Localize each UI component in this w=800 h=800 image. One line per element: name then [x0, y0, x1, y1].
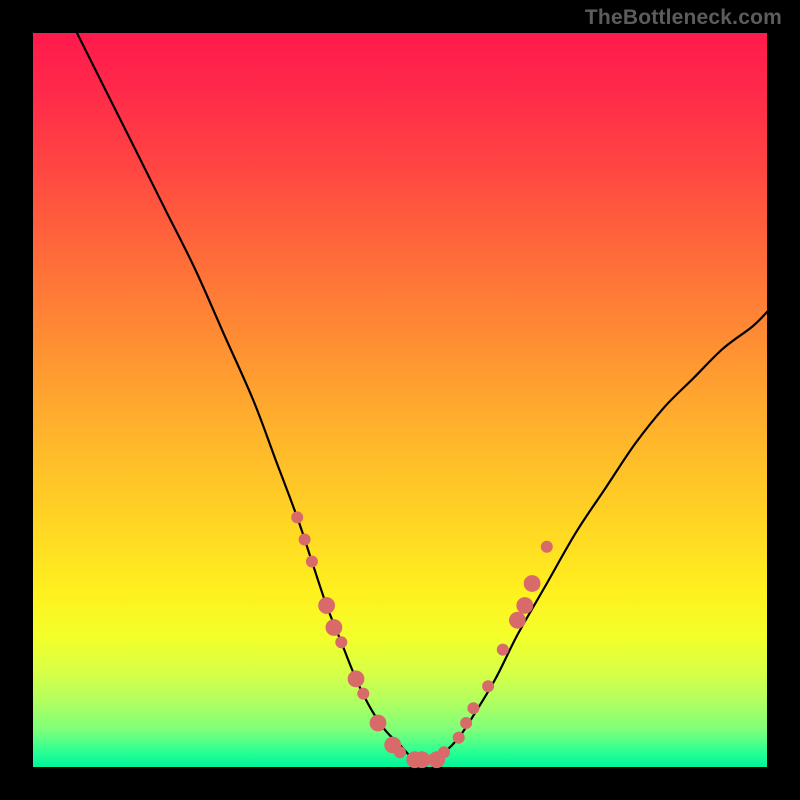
marker-point	[541, 541, 553, 553]
marker-point	[394, 746, 406, 758]
marker-point	[509, 612, 526, 629]
marker-point	[306, 556, 318, 568]
marker-point	[291, 511, 303, 523]
marker-point	[348, 671, 365, 688]
marker-point	[467, 702, 479, 714]
marker-point	[326, 619, 343, 636]
marker-point	[482, 680, 494, 692]
highlighted-points	[291, 511, 553, 768]
marker-point	[318, 597, 335, 614]
marker-point	[414, 751, 431, 768]
bottleneck-curve	[77, 33, 767, 761]
marker-point	[460, 717, 472, 729]
marker-point	[438, 746, 450, 758]
marker-point	[524, 575, 541, 592]
chart-svg	[33, 33, 767, 767]
marker-point	[357, 688, 369, 700]
marker-point	[335, 636, 347, 648]
watermark-text: TheBottleneck.com	[585, 6, 782, 30]
chart-frame: TheBottleneck.com	[0, 0, 800, 800]
marker-point	[516, 597, 533, 614]
marker-point	[299, 534, 311, 546]
marker-point	[497, 644, 509, 656]
marker-point	[453, 732, 465, 744]
plot-area	[33, 33, 767, 767]
marker-point	[370, 715, 387, 732]
